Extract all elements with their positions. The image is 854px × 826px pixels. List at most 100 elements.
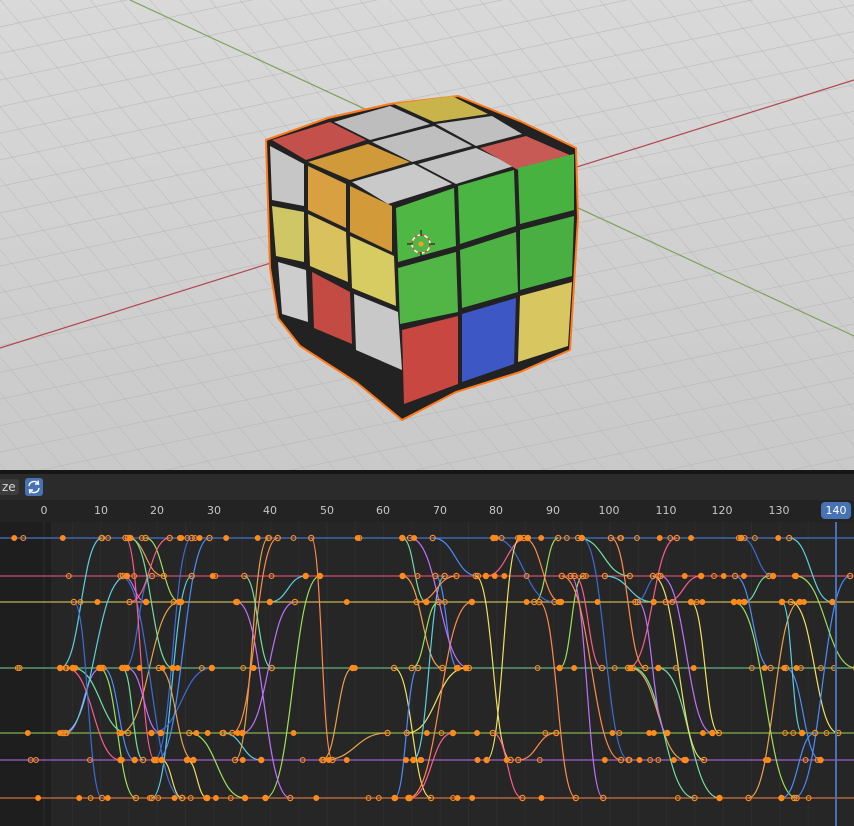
keyframe[interactable] bbox=[709, 729, 716, 737]
keyframe[interactable] bbox=[399, 572, 406, 580]
keyframe[interactable] bbox=[302, 572, 309, 580]
keyframe[interactable] bbox=[250, 665, 257, 671]
keyframe[interactable] bbox=[670, 757, 677, 763]
keyframe[interactable] bbox=[94, 599, 101, 605]
keyframe[interactable] bbox=[405, 795, 412, 801]
keyframe[interactable] bbox=[354, 535, 361, 541]
keyframe[interactable] bbox=[127, 534, 134, 542]
keyframe[interactable] bbox=[491, 573, 498, 579]
keyframe[interactable] bbox=[454, 795, 461, 801]
keyframe[interactable] bbox=[538, 535, 545, 541]
keyframe[interactable] bbox=[650, 598, 657, 606]
3d-viewport[interactable] bbox=[0, 0, 854, 470]
keyframe[interactable] bbox=[241, 794, 249, 802]
keyframe[interactable] bbox=[76, 795, 83, 801]
keyframe[interactable] bbox=[104, 795, 111, 801]
keyframe[interactable] bbox=[423, 730, 430, 736]
current-frame-indicator[interactable]: 140 bbox=[821, 502, 851, 519]
keyframe[interactable] bbox=[313, 795, 320, 801]
keyframe[interactable] bbox=[131, 756, 138, 764]
keyframe[interactable] bbox=[423, 598, 430, 606]
keyframe[interactable] bbox=[411, 535, 418, 541]
keyframe[interactable] bbox=[538, 795, 545, 801]
keyframe[interactable] bbox=[158, 756, 165, 764]
keyframe[interactable] bbox=[801, 599, 807, 605]
keyframe[interactable] bbox=[178, 535, 185, 541]
keyframe[interactable] bbox=[778, 598, 786, 606]
keyframe[interactable] bbox=[474, 757, 481, 763]
keyframe[interactable] bbox=[687, 598, 695, 606]
frame-ruler[interactable]: 0 10 20 30 40 50 60 70 80 90 100 110 120… bbox=[0, 500, 854, 522]
keyframe[interactable] bbox=[169, 664, 176, 672]
keyframe[interactable] bbox=[72, 665, 79, 671]
header-dropdown[interactable]: ze bbox=[0, 479, 19, 495]
keyframe[interactable] bbox=[343, 757, 350, 763]
keyframe[interactable] bbox=[35, 795, 42, 801]
keyframe[interactable] bbox=[697, 572, 705, 580]
keyframe[interactable] bbox=[798, 729, 806, 737]
keyframe[interactable] bbox=[681, 757, 688, 763]
keyframe[interactable] bbox=[159, 665, 166, 671]
keyframe[interactable] bbox=[555, 599, 562, 605]
keyframe[interactable] bbox=[646, 730, 653, 736]
keyframe[interactable] bbox=[483, 756, 490, 764]
keyframe[interactable] bbox=[571, 665, 578, 671]
keyframe[interactable] bbox=[636, 757, 643, 763]
keyframe[interactable] bbox=[778, 794, 785, 802]
keyframe[interactable] bbox=[234, 730, 241, 736]
keyframe[interactable] bbox=[482, 572, 490, 580]
keyframe[interactable] bbox=[716, 795, 723, 801]
keyframe[interactable] bbox=[501, 573, 508, 579]
keyframe[interactable] bbox=[208, 664, 216, 672]
keyframe[interactable] bbox=[183, 756, 191, 764]
keyframe[interactable] bbox=[417, 757, 424, 763]
keyframe[interactable] bbox=[254, 535, 261, 541]
keyframe[interactable] bbox=[765, 757, 772, 763]
keyframe[interactable] bbox=[449, 729, 457, 737]
keyframe[interactable] bbox=[193, 730, 200, 736]
keyframe[interactable] bbox=[343, 599, 350, 605]
normalize-toggle[interactable] bbox=[25, 478, 43, 496]
keyframe[interactable] bbox=[699, 599, 706, 605]
keyframe[interactable] bbox=[503, 757, 510, 763]
keyframe[interactable] bbox=[609, 730, 616, 736]
graph-editor-canvas[interactable] bbox=[0, 522, 854, 826]
keyframe[interactable] bbox=[399, 534, 406, 542]
keyframe[interactable] bbox=[232, 599, 239, 605]
keyframe[interactable] bbox=[223, 535, 230, 541]
keyframe[interactable] bbox=[59, 535, 66, 541]
keyframe[interactable] bbox=[781, 665, 788, 671]
keyframe[interactable] bbox=[56, 664, 64, 672]
keyframe[interactable] bbox=[171, 795, 178, 801]
keyframe[interactable] bbox=[655, 664, 662, 672]
keyframe[interactable] bbox=[829, 598, 836, 606]
keyframe[interactable] bbox=[123, 664, 131, 672]
keyframe[interactable] bbox=[469, 795, 476, 801]
keyframe[interactable] bbox=[690, 665, 697, 671]
keyframe[interactable] bbox=[142, 598, 150, 606]
keyframe[interactable] bbox=[681, 573, 688, 579]
keyframe[interactable] bbox=[601, 757, 608, 763]
keyframe[interactable] bbox=[699, 730, 706, 736]
keyframe[interactable] bbox=[650, 730, 657, 736]
keyframe[interactable] bbox=[556, 664, 563, 672]
keyframe[interactable] bbox=[594, 599, 601, 605]
keyframe[interactable] bbox=[212, 795, 219, 801]
keyframe[interactable] bbox=[578, 534, 586, 542]
keyframe[interactable] bbox=[316, 572, 324, 580]
keyframe[interactable] bbox=[174, 665, 181, 671]
keyframe[interactable] bbox=[474, 730, 480, 736]
keyframe[interactable] bbox=[262, 794, 269, 802]
keyframe[interactable] bbox=[148, 729, 155, 737]
keyframe[interactable] bbox=[204, 730, 211, 736]
keyframe[interactable] bbox=[24, 730, 31, 736]
keyframe[interactable] bbox=[730, 598, 738, 606]
keyframe[interactable] bbox=[468, 598, 476, 606]
keyframe[interactable] bbox=[203, 795, 210, 801]
keyframe[interactable] bbox=[775, 535, 782, 541]
keyframe[interactable] bbox=[656, 535, 663, 541]
keyframe[interactable] bbox=[239, 757, 246, 763]
keyframe[interactable] bbox=[453, 665, 460, 671]
keyframe[interactable] bbox=[190, 756, 197, 764]
keyframe[interactable] bbox=[123, 572, 131, 580]
